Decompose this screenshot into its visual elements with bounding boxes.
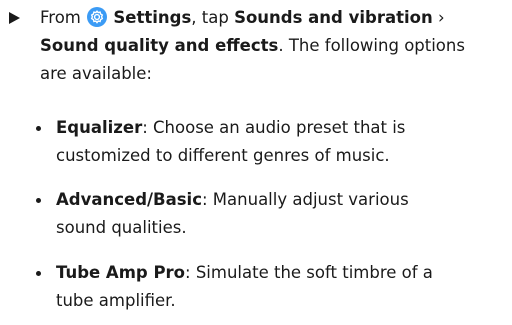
option-advanced-basic: Advanced/Basic: Manually adjust various … xyxy=(36,186,508,242)
sound-quality-label: Sound quality and effects xyxy=(40,36,279,55)
from-text: From xyxy=(40,8,81,27)
option-name: Tube Amp Pro xyxy=(56,263,186,282)
option-desc-1: Choose an audio preset that is xyxy=(147,118,406,137)
instruction-line-2: Sound quality and effects. The following… xyxy=(40,32,510,60)
settings-gear-icon xyxy=(87,7,108,27)
tap-text: , tap xyxy=(191,8,229,27)
chevron-right-icon: › xyxy=(437,8,445,27)
bullet-dot xyxy=(36,126,41,131)
option-desc-2: tube amplifier. xyxy=(56,291,176,310)
option-equalizer: Equalizer: Choose an audio preset that i… xyxy=(36,114,508,170)
rest-text-1: . The following options xyxy=(278,36,465,55)
option-desc-2: customized to different genres of music. xyxy=(56,146,390,165)
bullet-dot xyxy=(36,198,41,203)
instruction-line-3: are available: xyxy=(40,64,152,83)
step-arrow-icon xyxy=(9,12,20,24)
option-name: Equalizer xyxy=(56,118,143,137)
instruction-line-1: From Settings, tap Sounds and vibration … xyxy=(40,4,510,32)
bullet-dot xyxy=(36,271,41,276)
settings-label: Settings xyxy=(113,8,192,27)
option-desc-1: Simulate the soft timbre of a xyxy=(190,263,433,282)
instruction-step: From Settings, tap Sounds and vibration … xyxy=(40,4,510,88)
option-desc-2: sound qualities. xyxy=(56,218,187,237)
sounds-vibration-label: Sounds and vibration xyxy=(234,8,433,27)
option-tube-amp-pro: Tube Amp Pro: Simulate the soft timbre o… xyxy=(36,259,508,315)
option-desc-1: Manually adjust various xyxy=(207,190,409,209)
option-name: Advanced/Basic xyxy=(56,190,202,209)
